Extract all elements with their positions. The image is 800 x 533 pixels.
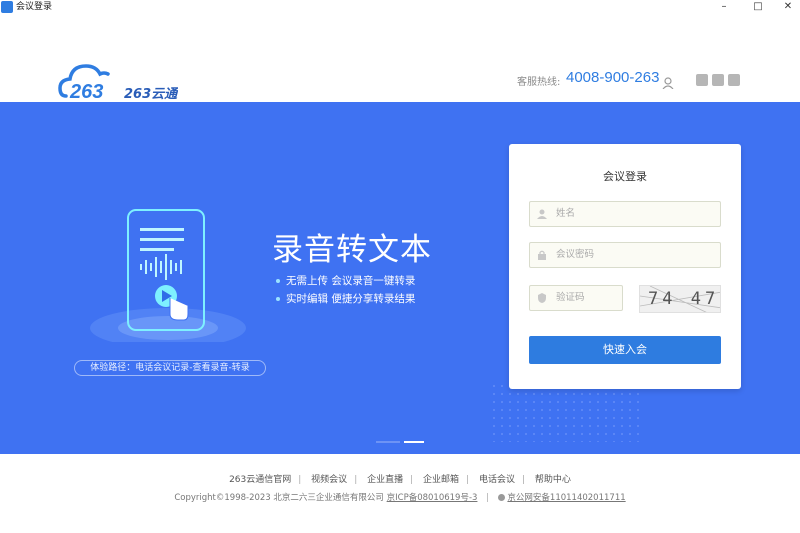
captcha-placeholder: 验证码 [556, 292, 585, 303]
quick-join-button[interactable]: 快速入会 [529, 336, 721, 364]
password-field[interactable]: 会议密码 [529, 242, 721, 268]
shield-icon [538, 293, 546, 303]
window-title: 会议登录 [16, 2, 53, 12]
minimize-button[interactable]: – [706, 0, 742, 14]
footer-link-official[interactable]: 263云通信官网 [229, 475, 291, 485]
footer-links: 263云通信官网 | 视频会议 | 企业直播 | 企业邮箱 | 电话会议 | 帮助中心 [229, 475, 571, 485]
hotline-number: 4008-900-263 [566, 69, 660, 86]
mail-icon[interactable] [696, 74, 708, 86]
svg-text:263: 263 [69, 81, 103, 103]
decorative-dots [490, 382, 640, 442]
carousel-indicator-active[interactable] [404, 441, 424, 443]
phone-recording-illustration [90, 209, 246, 342]
login-title: 会议登录 [603, 170, 647, 183]
lock-icon [538, 250, 546, 260]
name-placeholder: 姓名 [556, 208, 576, 219]
app-icon [1, 1, 13, 13]
window-titlebar: 会议登录 – □ ✕ [0, 0, 800, 14]
password-placeholder: 会议密码 [556, 249, 595, 260]
footer-link-help[interactable]: 帮助中心 [535, 475, 571, 485]
footer-link-mail[interactable]: 企业邮箱 [423, 475, 459, 485]
footer-link-video[interactable]: 视频会议 [311, 475, 347, 485]
footer: 263云通信官网 | 视频会议 | 企业直播 | 企业邮箱 | 电话会议 | 帮助中心 C… [0, 454, 800, 533]
captcha-image[interactable]: 74 47 [639, 285, 721, 313]
footer-link-phone[interactable]: 电话会议 [479, 475, 515, 485]
banner-headline: 录音转文本 [272, 232, 432, 268]
icp-link[interactable]: 京ICP备08010619号-3 [387, 493, 478, 503]
meeting-icon[interactable] [712, 74, 724, 86]
close-button[interactable]: ✕ [770, 0, 800, 14]
captcha-text: 74 47 [648, 289, 720, 309]
police-badge-icon [497, 494, 505, 501]
feature-item: 实时编辑 便捷分享转录结果 [276, 291, 415, 306]
header: 263 263云通信 [0, 14, 800, 103]
copyright-text: Copyright©1998-2023 北京二六三企业通信有限公司 [174, 493, 384, 503]
feature-item: 无需上传 会议录音一键转录 [276, 273, 415, 288]
police-link[interactable]: 京公网安备11011402011711 [507, 493, 625, 503]
logo: 263 263云通信 [58, 64, 178, 103]
name-field[interactable]: 姓名 [529, 201, 721, 227]
captcha-field[interactable]: 验证码 [529, 285, 623, 311]
copyright: Copyright©1998-2023 北京二六三企业通信有限公司 京ICP备0… [174, 493, 626, 503]
experience-path-label: 体验路径：电话会议记录-查看录音-转录 [74, 360, 266, 376]
footer-link-live[interactable]: 企业直播 [367, 475, 403, 485]
carousel-indicator[interactable] [376, 441, 400, 443]
hotline-label: 客服热线: [517, 77, 561, 88]
user-icon [537, 209, 547, 219]
video-icon[interactable] [728, 74, 740, 86]
login-card: 会议登录 姓名 会议密码 验证码 74 47 快速入会 [509, 144, 741, 389]
svg-text:263云通信: 263云通信 [124, 86, 178, 102]
service-agent-icon[interactable] [662, 74, 674, 90]
